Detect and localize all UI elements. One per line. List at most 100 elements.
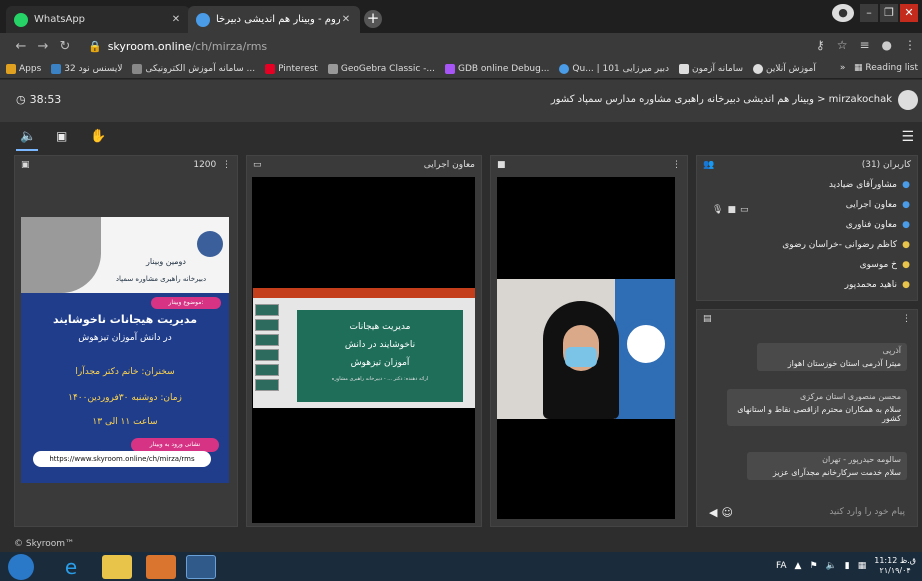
back-icon[interactable]: ← — [10, 39, 32, 54]
url-input[interactable]: 🔒 skyroom.online /ch/mirza/rms — [88, 37, 788, 56]
chat-message: آذرپی میترا آذرمی استان خوزستان اهواز — [757, 343, 907, 371]
room-header: ◷ 38:53 mirzakochak < وبینار هم اندیشی د… — [0, 80, 922, 122]
playlist-icon[interactable]: ≡ — [859, 38, 869, 52]
shared-screen: مدیریت هیجانات ناخوشایند در دانش آموزان … — [253, 288, 475, 408]
tab-skyroom[interactable]: اسکای‌روم - وبینار هم اندیشی دبیرخا... ✕ — [188, 6, 360, 33]
users-list: مشاورآقای ضیادید ● معاون اجرایی ● معاون فن… — [703, 175, 911, 295]
chat-message: محسن منصوری استان مرکزی سلام به همکاران … — [727, 389, 907, 426]
user-icon: ● — [902, 220, 910, 230]
bookmark-item[interactable]: GeoGebra Classic -... — [327, 64, 435, 74]
user-icon: ● — [902, 200, 910, 210]
bookmark-item[interactable]: GDB online Debug... — [444, 64, 549, 74]
pinterest-icon — [265, 64, 276, 74]
bookmark-item[interactable]: سامانه آزمون — [679, 64, 743, 74]
tab-whatsapp[interactable]: WhatsApp ✕ — [6, 6, 190, 33]
bookmark-item[interactable]: آموزش آنلاین — [752, 64, 816, 74]
user-icon: ● — [902, 260, 910, 270]
shared-slide: مدیریت هیجانات ناخوشایند در دانش آموزان … — [297, 310, 463, 402]
list-item[interactable]: خ موسوی ● — [703, 255, 911, 275]
system-clock[interactable]: 11:12 ق.ظ ۲۱/۱۹/۰۴ — [874, 556, 916, 576]
page-icon — [679, 64, 690, 74]
apps-icon — [6, 64, 16, 74]
slide-thumbnails — [255, 304, 281, 400]
close-icon[interactable]: ✕ — [170, 14, 182, 25]
maximize-button[interactable]: ❐ — [880, 4, 898, 22]
chat-messages: آذرپی میترا آذرمی استان خوزستان اهواز مح… — [703, 331, 911, 498]
slide-date: زمان: دوشنبه ۳۰فروردین۱۴۰۰ — [68, 393, 182, 403]
media-player-icon[interactable] — [146, 555, 176, 579]
emoji-icon[interactable]: ☺ — [721, 506, 732, 519]
power-icon[interactable]: ▦ — [858, 561, 867, 571]
speaker-video — [497, 279, 675, 419]
chrome-icon[interactable] — [186, 555, 216, 579]
new-tab-button[interactable]: + — [364, 10, 382, 28]
bookmark-item[interactable]: Qu... | 101 دبیر میرزایی — [559, 64, 669, 74]
active-tab-indicator — [16, 149, 38, 151]
more-icon[interactable]: ⋮ — [902, 314, 911, 324]
slide-speaker: سخنران: خانم دکتر مجدآرا — [75, 367, 175, 377]
geogebra-icon — [327, 64, 338, 74]
slide-line: دبیرخانه راهبری مشاوره سمپاد — [115, 275, 207, 283]
minimize-button[interactable]: – — [860, 4, 878, 22]
list-item[interactable]: مشاورآقای ضیادید ● — [703, 175, 911, 195]
volume-icon[interactable]: 🔈 — [826, 561, 837, 571]
chat-message: سالومه حیدرپور - تهران سلام خدمت سرکارخا… — [747, 452, 907, 480]
play-screen-icon[interactable]: ▣ — [56, 129, 67, 143]
folder-icon[interactable] — [102, 555, 132, 579]
user-media-icons: 🎙 ■ ▭ — [712, 205, 748, 215]
more-icon[interactable]: ⋮ — [672, 160, 681, 170]
more-icon[interactable]: ⋮ — [904, 38, 916, 52]
bookmark-item[interactable]: لایسنس نود 32 — [51, 64, 122, 74]
flag-icon[interactable]: ⚑ — [809, 561, 817, 571]
start-button[interactable] — [8, 554, 34, 580]
room-toolbar: 🔈 ▣ ✋ ☰ — [0, 122, 922, 152]
slide-subheading: در دانش آموزان تیزهوش — [78, 333, 172, 343]
forward-icon[interactable]: → — [32, 39, 54, 54]
wordpress-icon — [51, 64, 62, 74]
chat-input[interactable]: ◀ ☺ پیام خود را وارد کنید — [703, 501, 911, 523]
lock-icon: 🔒 — [88, 40, 102, 53]
address-bar: ← → ↻ 🔒 skyroom.online /ch/mirza/rms ⚷ ☆… — [0, 33, 922, 60]
show-hidden-icon[interactable]: ▲ — [795, 561, 802, 571]
presentation-icon: ▣ — [21, 160, 30, 170]
slide-line: دومین وبینار — [146, 257, 186, 266]
quiz-icon — [559, 64, 570, 74]
list-item[interactable]: کاظم رضوانی -خراسان رضوی ● — [703, 235, 911, 255]
speaker-icon[interactable]: 🔈 — [20, 129, 36, 144]
close-window-button[interactable]: ✕ — [900, 4, 918, 22]
bookmark-item[interactable]: سامانه آموزش الکترونیکی ... — [132, 64, 255, 74]
star-icon[interactable]: ☆ — [837, 38, 848, 52]
slide-url: https://www.skyroom.online/ch/mirza/rms — [33, 451, 211, 467]
user-icon: ● — [902, 240, 910, 250]
url-path: /ch/mirza/rms — [191, 40, 268, 53]
network-icon[interactable]: ▮ — [845, 561, 850, 571]
reading-list[interactable]: » ▦ Reading list — [840, 63, 918, 73]
system-tray: FA ▲ ⚑ 🔈 ▮ ▦ 11:12 ق.ظ ۲۱/۱۹/۰۴ — [776, 556, 916, 576]
send-icon[interactable]: ◀ — [709, 506, 717, 519]
slide-heading: مدیریت هیجانات ناخوشایند — [52, 313, 198, 326]
language-indicator[interactable]: FA — [776, 561, 787, 571]
more-icon[interactable]: ⋮ — [222, 160, 231, 170]
microphone-icon: 🎙 — [712, 205, 724, 215]
user-icon: ● — [902, 180, 910, 190]
reload-icon[interactable]: ↻ — [54, 39, 76, 54]
tab-title: اسکای‌روم - وبینار هم اندیشی دبیرخا... — [216, 14, 340, 25]
profile-icon[interactable]: ● — [832, 4, 854, 22]
bookmark-apps[interactable]: Apps — [6, 64, 41, 74]
list-item[interactable]: معاون فناوری ● — [703, 215, 911, 235]
close-icon[interactable]: ✕ — [340, 14, 352, 25]
users-icon: 👥 — [703, 160, 715, 170]
list-item[interactable]: ناهید محمدپور ● — [703, 275, 911, 295]
monitor-icon: ▭ — [253, 160, 262, 170]
user-icon: ● — [902, 280, 910, 290]
menu-icon[interactable]: ☰ — [901, 129, 914, 145]
ie-icon[interactable]: e — [56, 555, 86, 579]
raise-hand-icon[interactable]: ✋ — [90, 129, 106, 144]
camera-icon: ■ — [727, 205, 736, 215]
key-icon[interactable]: ⚷ — [816, 38, 825, 52]
bookmark-item[interactable]: Pinterest — [265, 64, 318, 74]
user-avatar-icon[interactable] — [898, 90, 918, 110]
monitor-icon: ▭ — [739, 205, 749, 215]
gdb-icon — [444, 64, 455, 74]
avatar-icon[interactable]: ● — [882, 38, 892, 52]
